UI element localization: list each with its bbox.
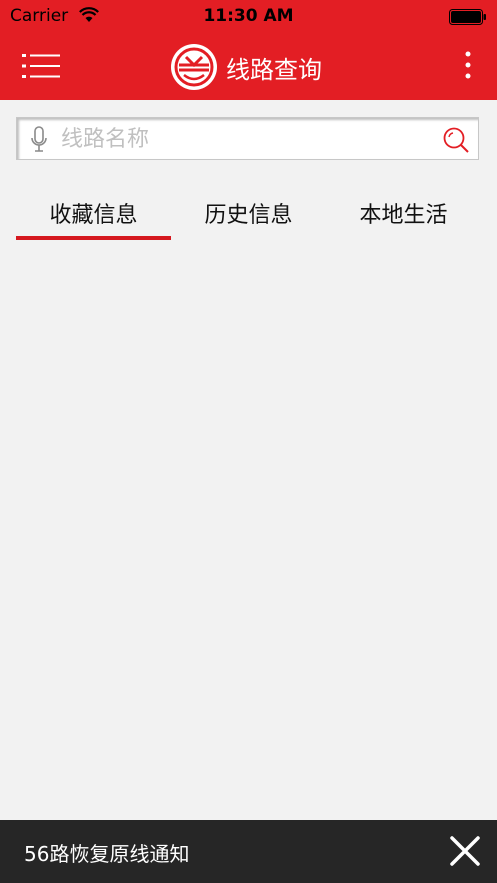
title-group: 线路查询: [170, 42, 322, 92]
logo: [171, 44, 217, 90]
search-icon[interactable]: [442, 126, 470, 154]
notice-text[interactable]: 56路恢复原线通知: [24, 838, 189, 867]
nav-bar: 线路查询: [0, 34, 497, 100]
more-vertical-icon[interactable]: [463, 50, 473, 80]
clock: 11:30 AM: [203, 6, 294, 26]
notice-banner[interactable]: 56路恢复原线通知: [0, 820, 497, 883]
page-title: 线路查询: [226, 55, 322, 84]
tab-local-life[interactable]: 本地生活: [326, 196, 481, 242]
menu-icon[interactable]: [22, 51, 60, 81]
battery-icon: [449, 9, 486, 25]
microphone-icon[interactable]: [29, 126, 49, 154]
close-icon[interactable]: [449, 835, 481, 867]
search-bar: [16, 117, 479, 160]
tab-content-area: [0, 250, 497, 820]
tab-bar: 收藏信息 历史信息 本地生活: [16, 196, 481, 242]
status-bar: Carrier 11:30 AM: [0, 0, 497, 34]
search-input[interactable]: [61, 122, 431, 156]
tab-history[interactable]: 历史信息: [171, 196, 326, 242]
tab-indicator: [16, 236, 171, 240]
